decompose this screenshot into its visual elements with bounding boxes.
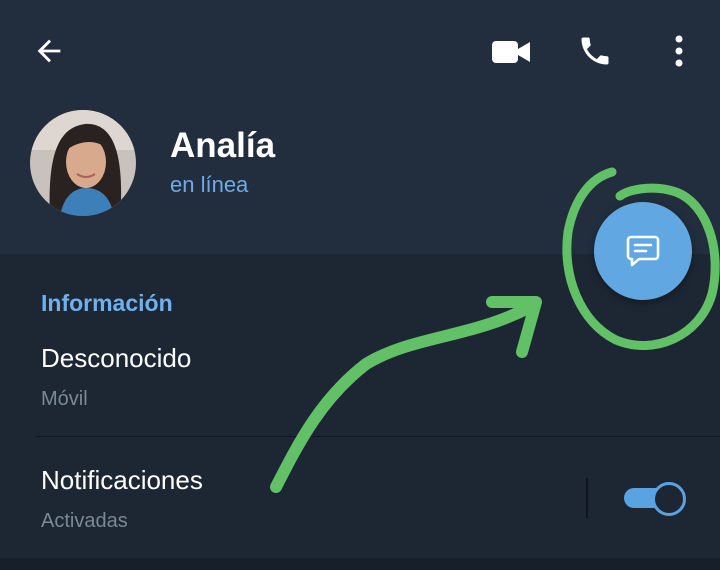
voice-call-button[interactable] (572, 28, 618, 74)
message-icon (626, 235, 660, 267)
notifications-status: Activadas (41, 510, 128, 532)
phone-number-value[interactable]: Desconocido (41, 343, 191, 374)
more-vertical-icon (675, 35, 683, 67)
contact-profile-screen: Analía en línea Información Desconocido … (0, 0, 720, 570)
toggle-separator (586, 478, 588, 518)
phone-icon (581, 37, 609, 65)
contact-name: Analía (170, 126, 276, 165)
profile-photo (30, 110, 136, 216)
online-status: en línea (170, 172, 249, 197)
toggle-knob (652, 482, 686, 516)
phone-type-label: Móvil (41, 388, 88, 410)
video-call-button[interactable] (488, 30, 534, 74)
notifications-toggle[interactable] (622, 480, 686, 516)
info-section-title: Información (41, 290, 173, 316)
more-options-button[interactable] (664, 28, 694, 74)
send-message-button[interactable] (594, 202, 692, 300)
arrow-left-icon (37, 39, 61, 63)
avatar[interactable] (30, 110, 136, 216)
row-divider (36, 436, 720, 437)
video-camera-icon (492, 41, 530, 63)
bottom-edge (0, 558, 720, 570)
notifications-label[interactable]: Notificaciones (41, 465, 203, 496)
back-button[interactable] (26, 28, 72, 74)
